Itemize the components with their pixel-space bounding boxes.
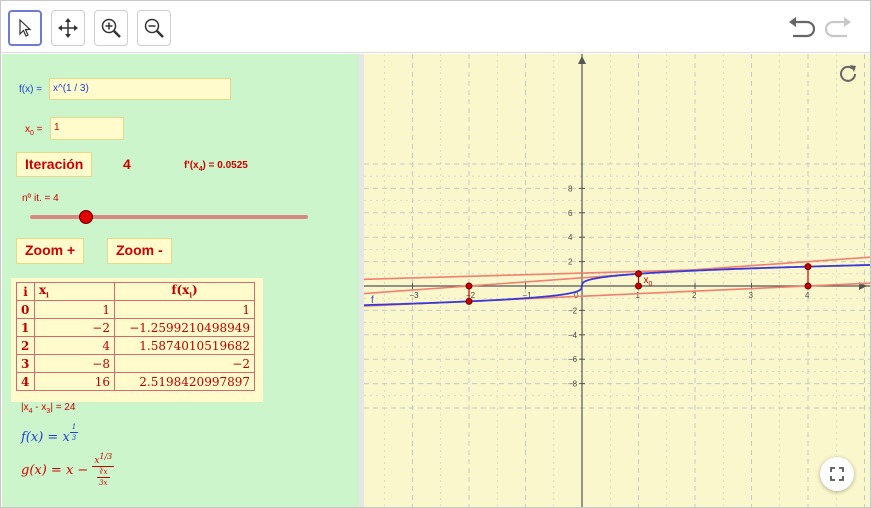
undo-icon[interactable] <box>787 17 817 39</box>
graph-canvas[interactable]: −3 −2 −1 0 1 2 3 48642−2−4−6−8fx0 <box>364 54 870 507</box>
y-tick-label: −2 <box>568 306 578 315</box>
function-input[interactable]: x^(1 / 3) <box>49 78 231 100</box>
formula-f: f(x) = x13 <box>21 423 79 445</box>
function-label: f <box>371 295 374 306</box>
table-cell-fx: 1 <box>114 300 255 319</box>
iterations-slider[interactable] <box>30 210 310 224</box>
table-cell-x: −8 <box>34 354 115 373</box>
table-cell-i: 2 <box>16 336 35 355</box>
table-row: 2 4 1.5874010519682 <box>16 336 255 355</box>
table-cell-i: 4 <box>16 372 35 391</box>
table-row: 011 <box>16 300 255 319</box>
table-cell-fx: 2.5198420997897 <box>114 372 255 391</box>
curve-point <box>465 297 473 305</box>
x-tick-label: 4 <box>805 291 810 300</box>
table-header-fx: f(xi) <box>114 282 255 301</box>
x0-input-label: x0 = <box>25 124 43 137</box>
table-cell-fx: 1.5874010519682 <box>114 336 255 355</box>
iteration-point <box>465 282 473 290</box>
table-cell-x: 16 <box>34 372 115 391</box>
zoom-out-icon <box>144 18 164 38</box>
table-body: 0 1 1 1 −2 −1.2599210498949 2 4 1.5874010519682 3… <box>16 300 255 391</box>
table-header-x: xi <box>34 282 115 301</box>
difference-label: |x4 - x3| = 24 <box>21 402 76 415</box>
y-tick-label: −6 <box>568 355 578 364</box>
zoom-in-button[interactable] <box>94 10 128 46</box>
iterations-table: i xi f(xi) 0 1 1 1 −2 −1.2599210498949 2 4 1.587… <box>16 282 255 391</box>
iteration-button[interactable]: Iteración <box>16 152 93 177</box>
graphics-view[interactable]: −3 −2 −1 0 1 2 3 4 8 6 4 2 −2 −4 −6 −8 f x0 <box>364 54 870 507</box>
table-row: 4 16 2.5198420997897 <box>16 372 255 391</box>
iteration-point <box>635 282 642 290</box>
x-tick-label: −3 <box>410 291 420 300</box>
zoom-plus-button[interactable]: Zoom + <box>16 238 85 264</box>
table-cell-x: 4 <box>34 336 115 355</box>
y-tick-label: 6 <box>568 209 573 218</box>
curve-point <box>804 263 812 271</box>
table-cell-i: 0 <box>16 300 35 319</box>
fullscreen-icon <box>830 467 844 481</box>
zoom-out-button[interactable] <box>137 10 171 46</box>
table-cell-x: −2 <box>34 318 115 337</box>
table-cell-x: 1 <box>34 300 115 319</box>
iteration-point <box>804 282 812 290</box>
y-tick-label: 4 <box>568 233 573 242</box>
formula-g: g(x) = x − x1/3 ∛x 3x <box>21 452 115 487</box>
function-input-label: f(x) = <box>19 84 43 95</box>
y-tick-label: 2 <box>568 258 573 267</box>
table-cell-i: 1 <box>16 318 35 337</box>
table-row: 1 −2 −1.2599210498949 <box>16 318 255 337</box>
zoom-minus-button[interactable]: Zoom - <box>107 238 172 264</box>
table-cell-fx: −1.2599210498949 <box>114 318 255 337</box>
y-tick-label: 8 <box>568 184 573 193</box>
derivative-value: f'(x4) = 0.0525 <box>184 160 248 173</box>
table-row: 3 −8 −2 <box>16 354 255 373</box>
x-tick-label: 2 <box>692 291 697 300</box>
pointer-icon <box>19 18 32 37</box>
x-tick-label: 1 <box>636 291 641 300</box>
redo-icon[interactable] <box>823 17 853 39</box>
x-tick-label: 3 <box>749 291 754 300</box>
iteration-count: 4 <box>123 156 131 172</box>
table-cell-i: 3 <box>16 354 35 373</box>
move-graphics-view-button[interactable] <box>51 10 85 46</box>
controls-panel: f(x) = x^(1 / 3) x0 = 1 Iteración 4 f'(x… <box>2 54 359 507</box>
table-header-i: i <box>16 282 35 301</box>
slider-knob[interactable] <box>78 210 93 224</box>
table-cell-fx: −2 <box>114 354 255 373</box>
move-tool-button[interactable] <box>8 10 42 46</box>
y-tick-label: −8 <box>568 380 578 389</box>
formula-f-exponent: 13 <box>69 423 79 442</box>
zoom-in-icon <box>101 18 121 38</box>
toolbar <box>1 1 870 53</box>
slider-label: nº it. = 4 <box>22 193 59 204</box>
y-axis-arrow <box>578 56 586 64</box>
function-curve <box>364 264 870 307</box>
refresh-icon <box>840 65 856 82</box>
formula-g-fraction: x1/3 ∛x 3x <box>92 452 115 487</box>
move-arrows-icon <box>58 18 78 38</box>
curve-point <box>635 270 642 278</box>
fullscreen-button[interactable] <box>820 457 854 491</box>
slider-track <box>30 215 308 219</box>
x0-input[interactable]: 1 <box>50 117 124 140</box>
geogebra-app: f(x) = x^(1 / 3) x0 = 1 Iteración 4 f'(x… <box>0 0 871 508</box>
y-tick-label: −4 <box>568 331 578 340</box>
table-header-row: i xi f(xi) <box>16 282 255 301</box>
refresh-button[interactable] <box>836 62 860 86</box>
